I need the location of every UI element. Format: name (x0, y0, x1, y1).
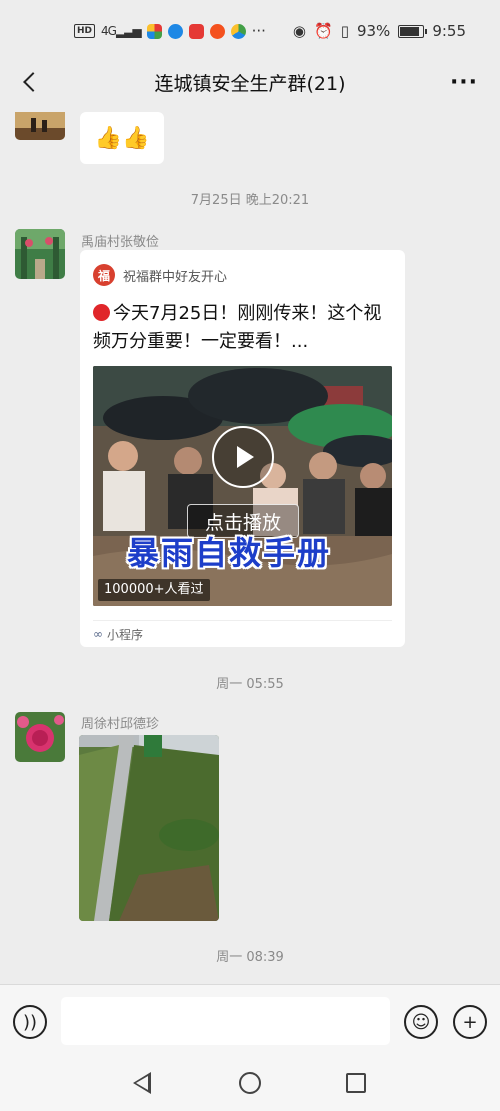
chevron-left-icon (23, 72, 43, 92)
mini-program-icon: ∞ (93, 627, 103, 641)
more-options-button[interactable]: ··· (448, 66, 480, 98)
sender-name: 禹庙村张敬俭 (81, 235, 160, 250)
card-source-name: 祝福群中好友开心 (123, 269, 228, 285)
mini-program-label: 小程序 (107, 627, 144, 642)
blessing-logo-icon: 福 (93, 264, 115, 286)
thumbs-up-emoji: 👍👍 (94, 125, 150, 151)
timestamp: 周一 05:55 (216, 677, 284, 692)
plus-icon: + (462, 1011, 478, 1033)
app-notification-icon (146, 23, 162, 39)
chat-header: 连城镇安全生产群(21) ··· (0, 62, 500, 102)
chat-title: 连城镇安全生产群(21) (154, 72, 346, 95)
back-button[interactable] (14, 66, 46, 98)
avatar-image (15, 229, 65, 279)
message-input[interactable] (61, 997, 390, 1045)
nav-home-icon[interactable] (239, 1072, 261, 1094)
vibrate-icon: ▯ (340, 22, 349, 40)
message-photo[interactable] (79, 735, 219, 921)
card-footer: ∞ 小程序 (93, 620, 392, 647)
voice-icon: )) (22, 1011, 38, 1033)
card-source: 福 祝福群中好友开心 (93, 262, 392, 288)
signal-indicator: 4G▂▃▅ (101, 24, 142, 38)
nav-back-icon[interactable] (133, 1072, 151, 1094)
map-notification-icon (230, 23, 246, 39)
more-icon: ··· (449, 69, 479, 95)
status-right: ◉ ⏰ ▯ 93% 9:55 (293, 22, 466, 40)
avatar[interactable] (15, 229, 65, 279)
avatar-image (15, 712, 65, 762)
battery-fill (400, 26, 420, 36)
weibo-notification-icon (209, 23, 225, 39)
card-title-text: 今天7月25日！刚刚传来！这个视频万分重要！一定要看！... (93, 303, 382, 352)
nav-recents-icon[interactable] (346, 1073, 366, 1093)
input-bar: )) ☺ + (0, 984, 500, 1054)
sender-name: 周徐村邱德珍 (81, 717, 160, 732)
news-notification-icon (188, 23, 204, 39)
signal-type: 4G (101, 24, 117, 38)
avatar-image (15, 112, 65, 140)
view-count: 100000+人看过 (98, 579, 210, 601)
emoji-button[interactable]: ☺ (404, 1005, 438, 1039)
clock: 9:55 (432, 22, 466, 40)
system-navigation (0, 1054, 500, 1111)
message-bubble[interactable]: 👍👍 (80, 112, 164, 164)
hd-badge: HD (74, 24, 96, 38)
status-left: HD 4G▂▃▅ ··· (74, 22, 266, 40)
alarm-icon: ⏰ (314, 22, 333, 40)
red-circle-icon (93, 304, 110, 321)
mini-program-card[interactable]: 福 祝福群中好友开心 今天7月25日！刚刚传来！这个视频万分重要！一定要看！..… (80, 250, 405, 647)
more-notifications-icon: ··· (251, 22, 266, 40)
video-caption: 暴雨自救手册 (127, 534, 332, 572)
video-thumbnail[interactable]: 点击播放 暴雨自救手册 100000+人看过 (93, 366, 392, 606)
voice-input-button[interactable]: )) (13, 1005, 47, 1039)
photo-image (79, 735, 219, 921)
more-functions-button[interactable]: + (453, 1005, 487, 1039)
battery-icon (398, 24, 428, 38)
card-title: 今天7月25日！刚刚传来！这个视频万分重要！一定要看！... (93, 300, 392, 356)
avatar[interactable] (15, 112, 65, 140)
status-bar: HD 4G▂▃▅ ··· ◉ ⏰ ▯ 93% 9:55 (0, 0, 500, 62)
play-button[interactable] (212, 426, 274, 488)
timestamp: 7月25日 晚上20:21 (190, 193, 310, 208)
smiley-icon: ☺ (411, 1011, 431, 1033)
battery-percent: 93% (356, 22, 391, 40)
eye-icon: ◉ (292, 22, 307, 40)
play-icon (237, 446, 254, 468)
timestamp: 周一 08:39 (216, 950, 284, 965)
browser-notification-icon (167, 23, 183, 39)
avatar[interactable] (15, 712, 65, 762)
